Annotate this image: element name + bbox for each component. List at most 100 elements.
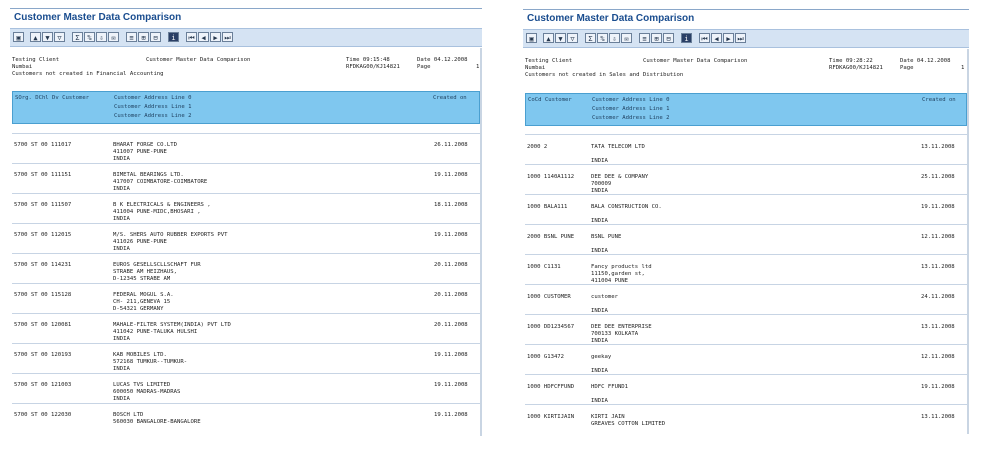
table-row[interactable]: 2000 2 TATA TELECOM LTD INDIA 13.11.2008 bbox=[525, 134, 967, 165]
table-row[interactable]: 5700 ST 00 111017 BHARAT FORGE CO.LTD 41… bbox=[12, 133, 480, 164]
export-icon[interactable]: ⇩ bbox=[609, 33, 620, 43]
info-icon[interactable]: i bbox=[168, 32, 179, 42]
last-page-icon[interactable]: ⏭ bbox=[222, 32, 233, 42]
table-row[interactable]: 1000 1140A1112 DEE DEE & COMPANY 700009 … bbox=[525, 164, 967, 195]
column-address-0: Customer Address Line 0 bbox=[114, 95, 192, 101]
last-page-icon[interactable]: ⏭ bbox=[735, 33, 746, 43]
created-on-date: 13.11.2008 bbox=[921, 414, 955, 420]
report-header-title: Customer Master Data Comparison bbox=[643, 58, 748, 64]
table-row[interactable]: 1000 DD1234567 DEE DEE ENTERPRISE 700133… bbox=[525, 314, 967, 345]
table-row[interactable]: 1000 CUSTOMER customer INDIA 24.11.2008 bbox=[525, 284, 967, 315]
customer-key: 5700 ST 00 111151 bbox=[14, 172, 72, 178]
customer-key: 5700 ST 00 115128 bbox=[14, 292, 72, 298]
previous-page-icon[interactable]: ◀ bbox=[711, 33, 722, 43]
filter-icon[interactable]: ▽ bbox=[54, 32, 65, 42]
table-row[interactable]: 5700 ST 00 114231 EUROS GESELLSCLLSCHAFT… bbox=[12, 253, 480, 284]
address-line-2: D-54321 GERMANY bbox=[113, 306, 164, 312]
page-label: Page bbox=[900, 65, 914, 71]
address-line-1: CH- 211,GENEVA 15 bbox=[113, 299, 171, 305]
sort-descending-icon[interactable]: ▼ bbox=[555, 33, 566, 43]
window-title: Customer Master Data Comparison bbox=[527, 13, 695, 24]
address-line-0: FEDERAL MOGUL S.A. bbox=[113, 292, 174, 298]
address-line-1: STRABE AM HEIZHAUS, bbox=[113, 269, 177, 275]
table-row[interactable]: 5700 ST 00 121003 LUCAS TVS LIMITED 6000… bbox=[12, 373, 480, 404]
address-line-2: INDIA bbox=[113, 156, 130, 162]
table-row[interactable]: 5700 ST 00 122030 BOSCH LTD 560030 BANGA… bbox=[12, 403, 480, 434]
created-on-date: 26.11.2008 bbox=[434, 142, 468, 148]
previous-page-icon[interactable]: ◀ bbox=[198, 32, 209, 42]
column-created-on: Created on bbox=[433, 95, 467, 101]
program-id: RFDKAG00/KJ14821 bbox=[346, 64, 400, 70]
table-row[interactable]: 5700 ST 00 115128 FEDERAL MOGUL S.A. CH-… bbox=[12, 283, 480, 314]
address-line-0: geekay bbox=[591, 354, 612, 360]
customer-key: 5700 ST 00 122030 bbox=[14, 412, 72, 418]
export-icon[interactable]: ⇩ bbox=[96, 32, 107, 42]
table-row[interactable]: 1000 HDFCFFUND HDFC FFUND1 INDIA 19.11.2… bbox=[525, 374, 967, 405]
customer-key: 2000 BSNL PUNE bbox=[527, 234, 575, 240]
report-date: Date 04.12.2008 bbox=[900, 58, 951, 64]
sum-icon[interactable]: Σ bbox=[585, 33, 596, 43]
table-row[interactable]: 5700 ST 00 111151 BIMETAL BEARINGS LTD. … bbox=[12, 163, 480, 194]
table-row[interactable]: 1000 C1131 Fancy products ltd 11150,gard… bbox=[525, 254, 967, 285]
table-row[interactable]: 1000 G13472 geekay INDIA 12.11.2008 bbox=[525, 344, 967, 375]
sort-ascending-icon[interactable]: ▲ bbox=[543, 33, 554, 43]
save-layout-icon[interactable]: ⊟ bbox=[150, 32, 161, 42]
address-line-0: MAHALE-FILTER SYSTEM(INDIA) PVT LTD bbox=[113, 322, 231, 328]
layout-icon[interactable]: ≡ bbox=[639, 33, 650, 43]
address-line-0: KAB MOBILES LTD. bbox=[113, 352, 167, 358]
report-date: Date 04.12.2008 bbox=[417, 57, 468, 63]
address-line-1: 560030 BANGALORE-BANGALORE bbox=[113, 419, 201, 425]
title-divider bbox=[10, 8, 482, 9]
vertical-scrollbar[interactable] bbox=[967, 49, 969, 434]
print-icon[interactable]: ▣ bbox=[13, 32, 24, 42]
column-address-2: Customer Address Line 2 bbox=[592, 115, 670, 121]
table-row[interactable]: 5700 ST 00 112015 M/S. SHERS AUTO RUBBER… bbox=[12, 223, 480, 254]
next-page-icon[interactable]: ▶ bbox=[210, 32, 221, 42]
subtotal-icon[interactable]: % bbox=[84, 32, 95, 42]
client-text: Testing Client bbox=[525, 58, 573, 64]
sort-ascending-icon[interactable]: ▲ bbox=[30, 32, 41, 42]
customer-key: 1000 BALA111 bbox=[527, 204, 568, 210]
created-on-date: 19.11.2008 bbox=[921, 204, 955, 210]
change-layout-icon[interactable]: ⊞ bbox=[138, 32, 149, 42]
address-line-1: 411026 PUNE-PUNE bbox=[113, 239, 167, 245]
address-line-0: TATA TELECOM LTD bbox=[591, 144, 645, 150]
customer-key: 5700 ST 00 120193 bbox=[14, 352, 72, 358]
table-row[interactable]: 2000 BSNL PUNE BSNL PUNE INDIA 12.11.200… bbox=[525, 224, 967, 255]
created-on-date: 19.11.2008 bbox=[434, 352, 468, 358]
table-row[interactable]: 5700 ST 00 120081 MAHALE-FILTER SYSTEM(I… bbox=[12, 313, 480, 344]
address-line-1: 411042 PUNE-TALUKA HULSHI bbox=[113, 329, 198, 335]
change-layout-icon[interactable]: ⊞ bbox=[651, 33, 662, 43]
sum-icon[interactable]: Σ bbox=[72, 32, 83, 42]
next-page-icon[interactable]: ▶ bbox=[723, 33, 734, 43]
print-icon[interactable]: ▣ bbox=[526, 33, 537, 43]
table-row[interactable]: 5700 ST 00 120193 KAB MOBILES LTD. 57216… bbox=[12, 343, 480, 374]
address-line-1: 700009 bbox=[591, 181, 612, 187]
column-address-1: Customer Address Line 1 bbox=[592, 106, 670, 112]
created-on-date: 20.11.2008 bbox=[434, 322, 468, 328]
customer-key: 1000 KIRTIJAIN bbox=[527, 414, 575, 420]
address-line-2: INDIA bbox=[113, 396, 130, 402]
created-on-date: 13.11.2008 bbox=[921, 264, 955, 270]
table-row[interactable]: 1000 BALA111 BALA CONSTRUCTION CO. INDIA… bbox=[525, 194, 967, 225]
layout-icon[interactable]: ≡ bbox=[126, 32, 137, 42]
page-label: Page bbox=[417, 64, 431, 70]
report-time: Time 09:15:48 bbox=[346, 57, 390, 63]
table-row[interactable]: 5700 ST 00 111507 B K ELECTRICALS & ENGI… bbox=[12, 193, 480, 224]
info-icon[interactable]: i bbox=[681, 33, 692, 43]
subtotal-icon[interactable]: % bbox=[597, 33, 608, 43]
mail-icon[interactable]: ✉ bbox=[621, 33, 632, 43]
vertical-scrollbar[interactable] bbox=[480, 48, 482, 436]
address-line-0: DEE DEE ENTERPRISE bbox=[591, 324, 652, 330]
customer-key: 5700 ST 00 114231 bbox=[14, 262, 72, 268]
sort-descending-icon[interactable]: ▼ bbox=[42, 32, 53, 42]
save-layout-icon[interactable]: ⊟ bbox=[663, 33, 674, 43]
column-address-0: Customer Address Line 0 bbox=[592, 97, 670, 103]
mail-icon[interactable]: ✉ bbox=[108, 32, 119, 42]
table-row[interactable]: 1000 KIRTIJAIN KIRTI JAIN GREAVES COTTON… bbox=[525, 404, 967, 434]
first-page-icon[interactable]: ⏮ bbox=[699, 33, 710, 43]
address-line-0: BOSCH LTD bbox=[113, 412, 144, 418]
created-on-date: 18.11.2008 bbox=[434, 202, 468, 208]
filter-icon[interactable]: ▽ bbox=[567, 33, 578, 43]
first-page-icon[interactable]: ⏮ bbox=[186, 32, 197, 42]
